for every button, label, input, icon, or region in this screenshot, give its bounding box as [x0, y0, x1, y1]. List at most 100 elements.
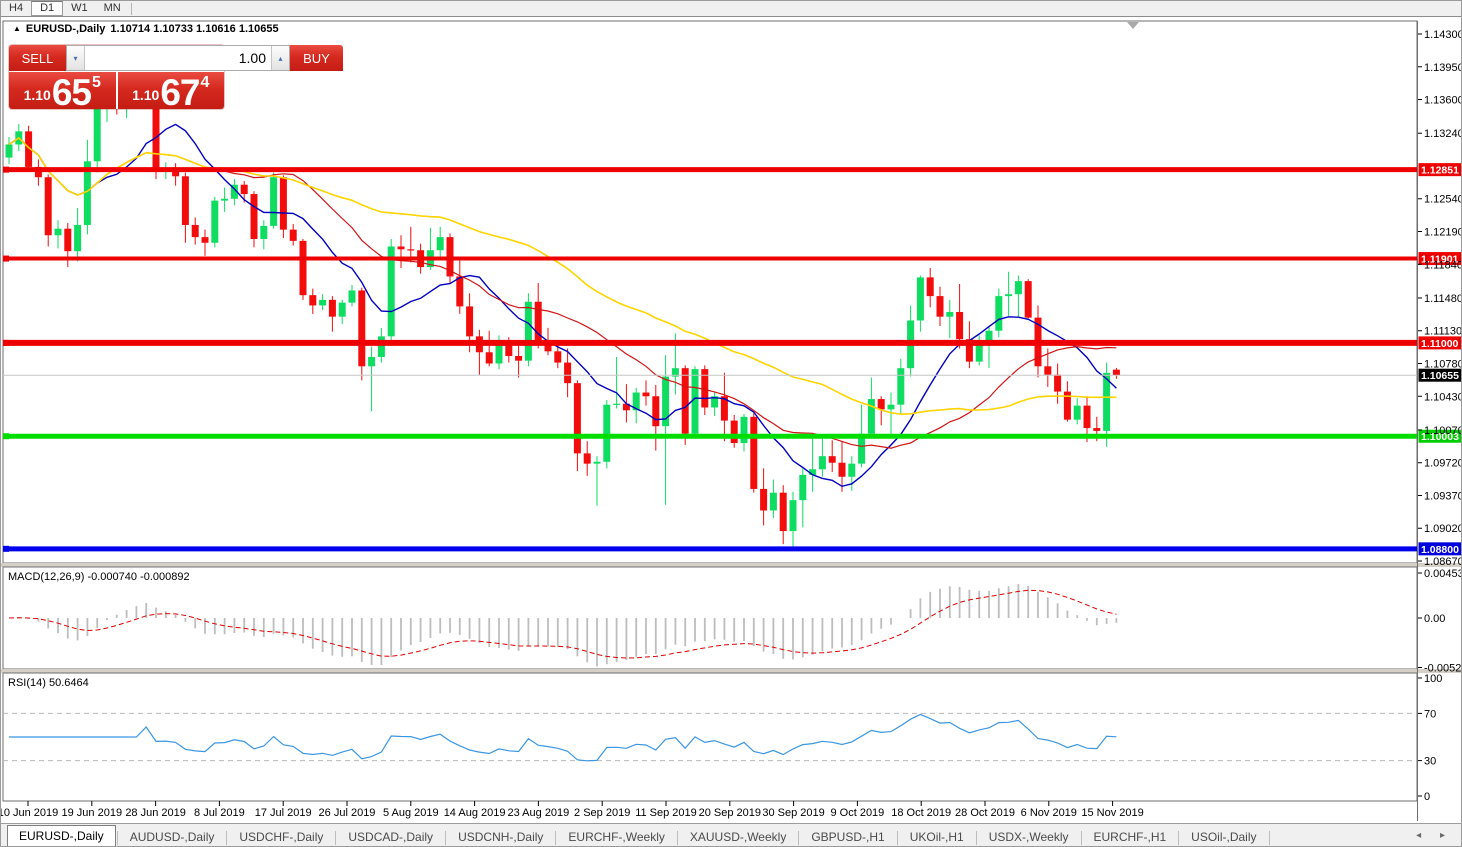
date-label: 10 Jun 2019: [1, 807, 58, 819]
price-tick-label: 1.13240: [1424, 128, 1462, 140]
candle-body-down: [290, 230, 297, 241]
candle-body-down: [927, 277, 934, 296]
volume-increase-button[interactable]: ▴: [271, 46, 289, 70]
chart-tab-gbpusd-h1[interactable]: GBPUSD-,H1: [800, 827, 895, 847]
chart-tab-eurchf-h1[interactable]: EURCHF-,H1: [1083, 827, 1178, 847]
price-tick-label: 1.09020: [1424, 523, 1462, 535]
candle-body-up: [917, 277, 924, 320]
candle-body-up: [94, 109, 101, 161]
volume-decrease-button[interactable]: ▾: [67, 46, 85, 70]
price-tick-label: 1.10780: [1424, 358, 1462, 370]
chart-tab-xauusd-weekly[interactable]: XAUUSD-,Weekly: [679, 827, 797, 847]
tab-separator: [1081, 831, 1082, 845]
price-tick-label: 1.13950: [1424, 62, 1462, 74]
candle-body-up: [525, 302, 532, 361]
ask-pips: 67: [160, 78, 199, 107]
candle-body-down: [760, 489, 767, 511]
chart-tab-eurchf-weekly[interactable]: EURCHF-,Weekly: [557, 827, 675, 847]
chart-tab-eurusd-daily[interactable]: EURUSD-,Daily: [7, 825, 116, 847]
tab-separator: [897, 831, 898, 845]
candle-body-down: [1025, 281, 1032, 318]
candle-body-down: [300, 241, 307, 295]
candle-body-down: [574, 383, 581, 453]
candle-body-up: [1015, 281, 1022, 294]
candle-body-down: [956, 312, 963, 339]
chart-title: ▲ EURUSD-,Daily 1.10714 1.10733 1.10616 …: [13, 23, 279, 35]
candle-body-down: [309, 295, 316, 305]
chart-tab-usdcnh-daily[interactable]: USDCNH-,Daily: [447, 827, 554, 847]
candle-body-down: [554, 351, 561, 362]
candle-body-up: [888, 405, 895, 410]
date-label: 23 Aug 2019: [508, 807, 570, 819]
chart-collapse-icon[interactable]: ▲: [13, 24, 21, 33]
timeframe-button-w1[interactable]: W1: [63, 1, 96, 16]
price-tick-label: 1.13600: [1424, 95, 1462, 107]
tab-separator: [335, 831, 336, 845]
candle-body-up: [594, 462, 601, 464]
candle-body-down: [251, 194, 258, 239]
candle-body-down: [358, 290, 365, 366]
candle-body-down: [1044, 366, 1051, 374]
candle-body-down: [1113, 370, 1120, 376]
level-line-handle[interactable]: [3, 167, 9, 173]
chart-tab-audusd-daily[interactable]: AUDUSD-,Daily: [119, 827, 226, 847]
chart-tab-usdx-weekly[interactable]: USDX-,Weekly: [978, 827, 1080, 847]
candle-body-down: [564, 363, 571, 384]
chart-tab-usdcad-daily[interactable]: USDCAD-,Daily: [337, 827, 444, 847]
date-label: 11 Sep 2019: [635, 807, 697, 819]
chart-tab-ukoil-h1[interactable]: UKOil-,H1: [899, 827, 975, 847]
ask-price-display[interactable]: 1.10674: [118, 72, 225, 109]
tab-separator: [1178, 831, 1179, 845]
chart-tab-usdchf-daily[interactable]: USDCHF-,Daily: [228, 827, 334, 847]
price-badge-label: 1.10655: [1421, 370, 1459, 382]
level-line-handle[interactable]: [3, 546, 9, 552]
tab-scroll-arrows[interactable]: ◂ ▸: [1416, 830, 1453, 841]
candle-body-down: [45, 177, 52, 235]
bid-price-display[interactable]: 1.10655: [9, 72, 116, 109]
rsi-pane[interactable]: [3, 673, 1417, 801]
toolbar-separator: [131, 3, 132, 15]
level-line-handle[interactable]: [3, 340, 9, 346]
candle-body-down: [407, 249, 414, 250]
buy-button[interactable]: BUY: [290, 45, 343, 71]
timeframe-button-mn[interactable]: MN: [96, 1, 129, 16]
rsi-tick-label: 100: [1424, 673, 1442, 685]
candle-body-up: [6, 144, 13, 157]
date-label: 26 Jul 2019: [319, 807, 376, 819]
price-badge-label: 1.08800: [1421, 544, 1459, 556]
candle-body-up: [368, 357, 375, 366]
timeframe-button-h4[interactable]: H4: [1, 1, 31, 16]
date-label: 8 Jul 2019: [194, 807, 245, 819]
candle-body-up: [603, 405, 610, 462]
candle-body-down: [515, 356, 522, 361]
candle-body-down: [466, 306, 473, 336]
sell-button[interactable]: SELL: [9, 45, 66, 71]
chart-canvas[interactable]: 1.128511.119011.110001.106551.100031.088…: [1, 17, 1462, 823]
timeframe-button-d1[interactable]: D1: [31, 1, 63, 16]
candle-body-down: [241, 185, 248, 194]
price-tick-label: 1.08670: [1424, 556, 1462, 568]
macd-label: MACD(12,26,9) -0.000740 -0.000892: [8, 571, 190, 583]
date-label: 2 Sep 2019: [574, 807, 630, 819]
candle-body-down: [937, 296, 944, 317]
pane-splitter[interactable]: [1, 669, 1462, 673]
level-line-handle[interactable]: [3, 256, 9, 262]
pane-splitter[interactable]: [1, 563, 1462, 567]
candle-body-up: [339, 303, 346, 317]
level-line-handle[interactable]: [3, 433, 9, 439]
candle-body-up: [260, 226, 267, 239]
candle-body-down: [280, 177, 287, 229]
candle-body-up: [613, 404, 620, 405]
candle-body-down: [182, 176, 189, 225]
candle-body-up: [741, 417, 748, 443]
price-tick-label: 1.12540: [1424, 194, 1462, 206]
ask-big-figure: 1.10: [132, 87, 159, 103]
tab-separator: [976, 831, 977, 845]
chart-tab-usoil-daily[interactable]: USOil-,Daily: [1180, 827, 1267, 847]
tab-separator: [555, 831, 556, 845]
scroll-to-end-icon[interactable]: [1127, 22, 1139, 29]
candle-body-down: [1093, 428, 1100, 431]
candle-body-up: [74, 225, 81, 251]
volume-input[interactable]: [85, 46, 271, 70]
bid-big-figure: 1.10: [24, 87, 51, 103]
